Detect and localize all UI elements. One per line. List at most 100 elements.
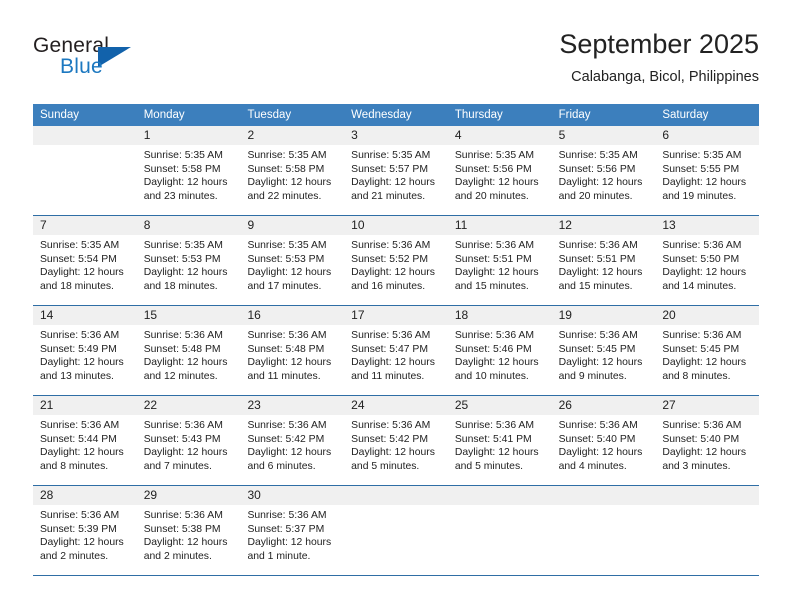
sunset-text: Sunset: 5:38 PM: [143, 523, 221, 535]
day-cell[interactable]: Sunrise: 5:36 AM Sunset: 5:51 PM Daylight:…: [552, 235, 656, 305]
day-number[interactable]: 22: [137, 396, 241, 415]
day-details: Sunrise: 5:36 AM Sunset: 5:45 PM Daylight:…: [655, 325, 759, 383]
day-cell[interactable]: Sunrise: 5:36 AM Sunset: 5:38 PM Daylight:…: [137, 505, 241, 575]
day-details: Sunrise: 5:36 AM Sunset: 5:48 PM Daylight:…: [240, 325, 344, 383]
calendar-week-row: 21 22 23 24 25 26 27 Sunrise: 5:36 AM Sunset: 5:…: [33, 395, 759, 485]
weekday-header-tuesday: Tuesday: [247, 109, 292, 121]
day-cell[interactable]: Sunrise: 5:36 AM Sunset: 5:37 PM Daylight:…: [240, 505, 344, 575]
logo-triangle-icon: [98, 47, 131, 67]
day-cell[interactable]: Sunrise: 5:35 AM Sunset: 5:53 PM Daylight:…: [137, 235, 241, 305]
day-cell[interactable]: Sunrise: 5:36 AM Sunset: 5:51 PM Daylight:…: [448, 235, 552, 305]
daylight-text-line1: Daylight: 12 hours: [40, 357, 124, 369]
day-cell[interactable]: Sunrise: 5:36 AM Sunset: 5:45 PM Daylight:…: [552, 325, 656, 395]
day-number[interactable]: 21: [33, 396, 137, 415]
day-number[interactable]: 2: [240, 126, 344, 145]
day-cell[interactable]: Sunrise: 5:36 AM Sunset: 5:42 PM Daylight:…: [344, 415, 448, 485]
day-number[interactable]: 30: [240, 486, 344, 505]
sunrise-text: Sunrise: 5:36 AM: [558, 420, 638, 431]
day-cell[interactable]: Sunrise: 5:35 AM Sunset: 5:55 PM Daylight:…: [655, 145, 759, 215]
sunrise-text: Sunrise: 5:36 AM: [40, 330, 120, 341]
day-number[interactable]: 12: [552, 216, 656, 235]
day-cell[interactable]: Sunrise: 5:36 AM Sunset: 5:43 PM Daylight:…: [137, 415, 241, 485]
day-number[interactable]: 27: [655, 396, 759, 415]
day-cell[interactable]: Sunrise: 5:36 AM Sunset: 5:39 PM Daylight:…: [33, 505, 137, 575]
day-number[interactable]: 16: [240, 306, 344, 325]
daylight-text-line2: and 10 minutes.: [454, 370, 529, 382]
sunset-text: Sunset: 5:58 PM: [143, 163, 221, 175]
calendar-table: Sunday Monday Tuesday Wednesday Thursday Frid…: [33, 104, 759, 576]
day-cell[interactable]: Sunrise: 5:35 AM Sunset: 5:53 PM Daylight:…: [240, 235, 344, 305]
day-cell[interactable]: Sunrise: 5:36 AM Sunset: 5:45 PM Daylight:…: [655, 325, 759, 395]
day-cell[interactable]: Sunrise: 5:36 AM Sunset: 5:40 PM Daylight:…: [655, 415, 759, 485]
day-details: Sunrise: 5:35 AM Sunset: 5:55 PM Daylight:…: [655, 145, 759, 203]
day-number[interactable]: 13: [655, 216, 759, 235]
day-details: Sunrise: 5:36 AM Sunset: 5:44 PM Daylight:…: [33, 415, 137, 473]
day-number[interactable]: 17: [344, 306, 448, 325]
sunset-text: Sunset: 5:57 PM: [351, 163, 428, 175]
day-details: Sunrise: 5:35 AM Sunset: 5:53 PM Daylight:…: [137, 235, 241, 293]
daylight-text-line2: and 8 minutes.: [662, 370, 731, 382]
day-number[interactable]: 20: [655, 306, 759, 325]
sunset-text: Sunset: 5:56 PM: [454, 163, 532, 175]
day-cell[interactable]: Sunrise: 5:35 AM Sunset: 5:56 PM Daylight:…: [448, 145, 552, 215]
day-number[interactable]: 18: [448, 306, 552, 325]
day-number[interactable]: 3: [344, 126, 448, 145]
day-number[interactable]: 28: [33, 486, 137, 505]
daylight-text-line2: and 14 minutes.: [662, 280, 737, 292]
day-number[interactable]: 5: [552, 126, 656, 145]
day-number[interactable]: 9: [240, 216, 344, 235]
day-number[interactable]: 6: [655, 126, 759, 145]
day-cell-empty: [33, 145, 137, 215]
day-cell[interactable]: Sunrise: 5:36 AM Sunset: 5:41 PM Daylight:…: [448, 415, 552, 485]
day-number[interactable]: 24: [344, 396, 448, 415]
day-number[interactable]: 29: [137, 486, 241, 505]
day-details: Sunrise: 5:36 AM Sunset: 5:42 PM Daylight:…: [240, 415, 344, 473]
day-number[interactable]: 19: [552, 306, 656, 325]
daylight-text-line2: and 17 minutes.: [247, 280, 322, 292]
daylight-text-line2: and 8 minutes.: [40, 460, 109, 472]
day-details: Sunrise: 5:35 AM Sunset: 5:56 PM Daylight:…: [552, 145, 656, 203]
day-details: Sunrise: 5:36 AM Sunset: 5:38 PM Daylight:…: [137, 505, 241, 563]
day-number[interactable]: 14: [33, 306, 137, 325]
sunrise-text: Sunrise: 5:36 AM: [454, 240, 535, 251]
day-cell[interactable]: Sunrise: 5:36 AM Sunset: 5:48 PM Daylight:…: [240, 325, 344, 395]
day-cell[interactable]: Sunrise: 5:35 AM Sunset: 5:58 PM Daylight:…: [137, 145, 241, 215]
daylight-text-line1: Daylight: 12 hours: [662, 447, 747, 459]
day-number[interactable]: 25: [448, 396, 552, 415]
day-cell[interactable]: Sunrise: 5:36 AM Sunset: 5:50 PM Daylight:…: [655, 235, 759, 305]
daylight-text-line2: and 2 minutes.: [40, 550, 109, 562]
daylight-text-line1: Daylight: 12 hours: [558, 177, 643, 189]
calendar-week-row: 28 29 30 Sunrise: 5:36 AM Sunset: 5:39 PM Day…: [33, 485, 759, 575]
sunset-text: Sunset: 5:41 PM: [454, 433, 532, 445]
calendar-page: General Blue September 2025 Calabanga, B…: [0, 0, 792, 612]
day-cell[interactable]: Sunrise: 5:35 AM Sunset: 5:56 PM Daylight:…: [552, 145, 656, 215]
day-number[interactable]: 4: [448, 126, 552, 145]
daylight-text-line1: Daylight: 12 hours: [247, 537, 332, 549]
day-cell[interactable]: Sunrise: 5:36 AM Sunset: 5:52 PM Daylight:…: [344, 235, 448, 305]
day-number[interactable]: 8: [137, 216, 241, 235]
day-number[interactable]: 26: [552, 396, 656, 415]
day-cell[interactable]: Sunrise: 5:36 AM Sunset: 5:44 PM Daylight:…: [33, 415, 137, 485]
day-cell[interactable]: Sunrise: 5:36 AM Sunset: 5:40 PM Daylight:…: [552, 415, 656, 485]
day-cell[interactable]: Sunrise: 5:36 AM Sunset: 5:47 PM Daylight:…: [344, 325, 448, 395]
daylight-text-line2: and 21 minutes.: [351, 190, 426, 202]
day-cell[interactable]: Sunrise: 5:35 AM Sunset: 5:58 PM Daylight:…: [240, 145, 344, 215]
day-number[interactable]: 11: [448, 216, 552, 235]
general-blue-logo[interactable]: General Blue: [33, 34, 153, 90]
day-cell[interactable]: Sunrise: 5:36 AM Sunset: 5:49 PM Daylight:…: [33, 325, 137, 395]
day-cell[interactable]: Sunrise: 5:36 AM Sunset: 5:46 PM Daylight:…: [448, 325, 552, 395]
day-cell[interactable]: Sunrise: 5:36 AM Sunset: 5:42 PM Daylight:…: [240, 415, 344, 485]
day-cell[interactable]: Sunrise: 5:36 AM Sunset: 5:48 PM Daylight:…: [137, 325, 241, 395]
day-cell[interactable]: Sunrise: 5:35 AM Sunset: 5:54 PM Daylight:…: [33, 235, 137, 305]
daylight-text-line2: and 11 minutes.: [247, 370, 321, 382]
daylight-text-line2: and 15 minutes.: [454, 280, 529, 292]
day-cell[interactable]: Sunrise: 5:35 AM Sunset: 5:57 PM Daylight:…: [344, 145, 448, 215]
day-number[interactable]: 1: [137, 126, 241, 145]
sunrise-text: Sunrise: 5:36 AM: [143, 330, 223, 341]
day-number[interactable]: 7: [33, 216, 137, 235]
day-number[interactable]: 15: [137, 306, 241, 325]
day-details: Sunrise: 5:36 AM Sunset: 5:52 PM Daylight:…: [344, 235, 448, 293]
sunrise-text: Sunrise: 5:36 AM: [247, 330, 327, 341]
day-number[interactable]: 23: [240, 396, 344, 415]
day-number[interactable]: 10: [344, 216, 448, 235]
